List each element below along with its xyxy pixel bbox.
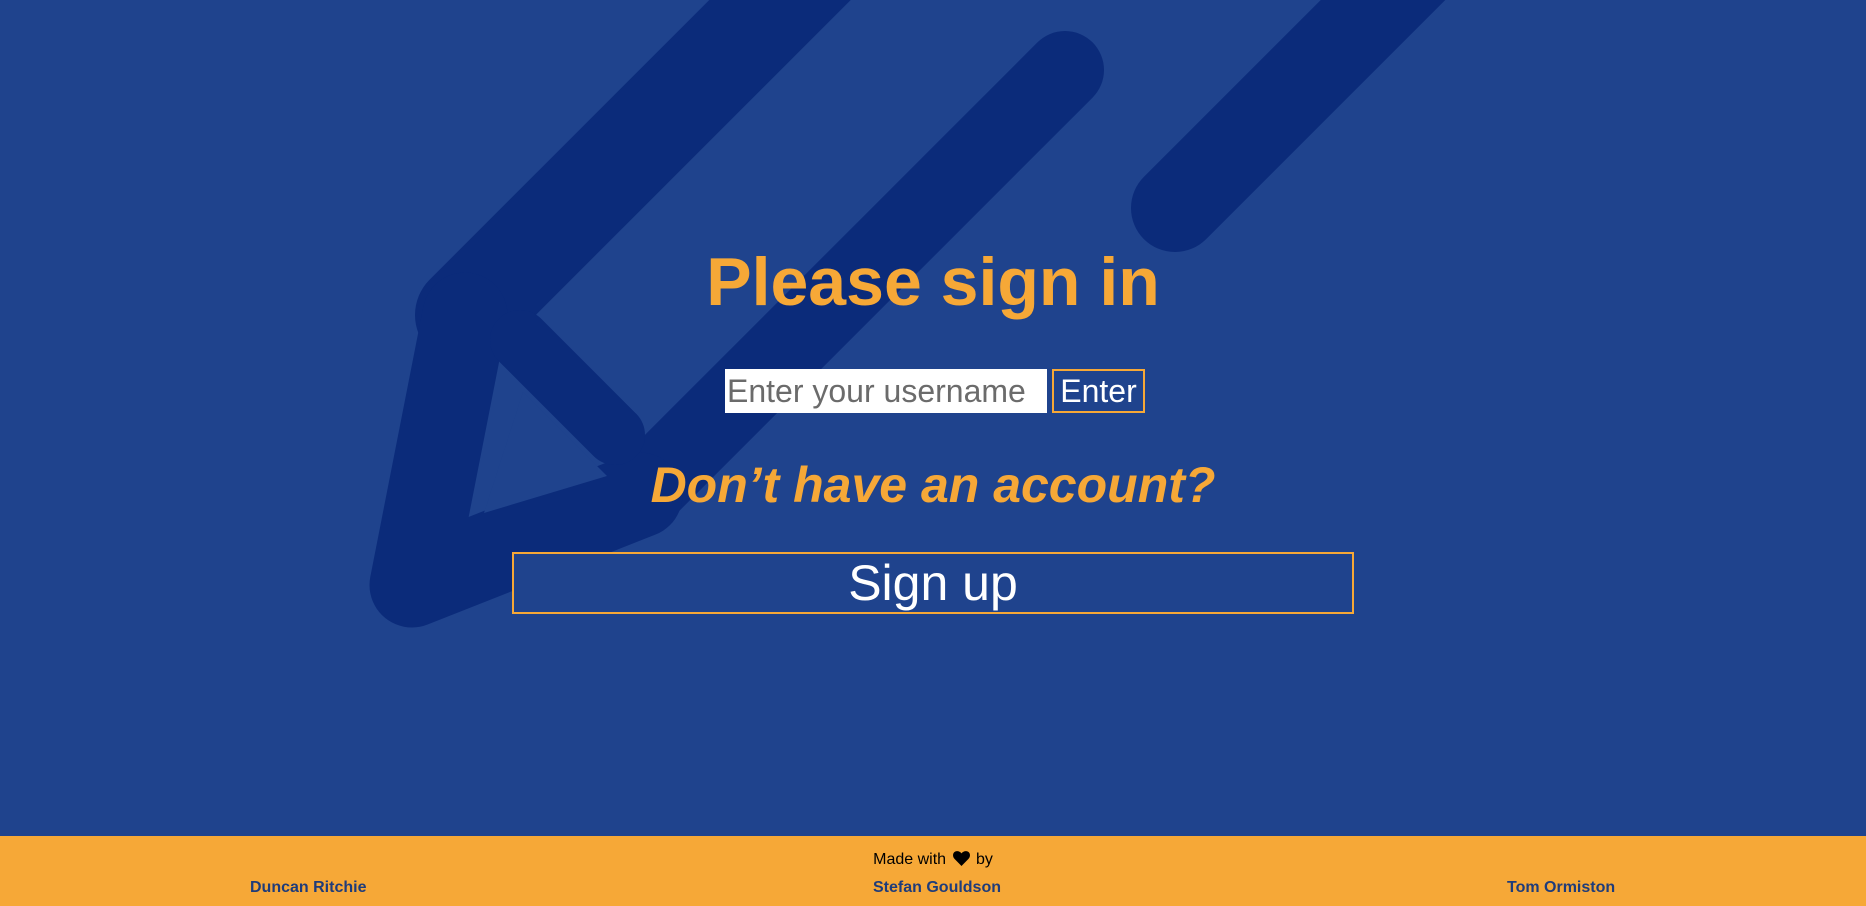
made-with-credit: Made with by xyxy=(0,850,1866,872)
signup-button[interactable]: Sign up xyxy=(512,552,1354,614)
author-link-tom-ormiston[interactable]: Tom Ormiston xyxy=(1507,878,1615,898)
heart-icon xyxy=(952,851,970,872)
footer: Made with by Duncan Ritchie Stefan Gould… xyxy=(0,836,1866,906)
username-input[interactable] xyxy=(725,369,1047,413)
enter-button[interactable]: Enter xyxy=(1052,369,1145,413)
signin-page: Please sign in Enter Don’t have an accou… xyxy=(0,0,1866,836)
author-link-duncan-ritchie[interactable]: Duncan Ritchie xyxy=(250,878,366,898)
page-title: Please sign in xyxy=(706,244,1160,320)
no-account-prompt: Don’t have an account? xyxy=(650,457,1216,513)
signin-form: Enter xyxy=(725,369,1145,413)
made-with-suffix: by xyxy=(975,851,993,868)
made-with-prefix: Made with xyxy=(873,851,947,868)
author-link-stefan-gouldson[interactable]: Stefan Gouldson xyxy=(873,878,1001,898)
